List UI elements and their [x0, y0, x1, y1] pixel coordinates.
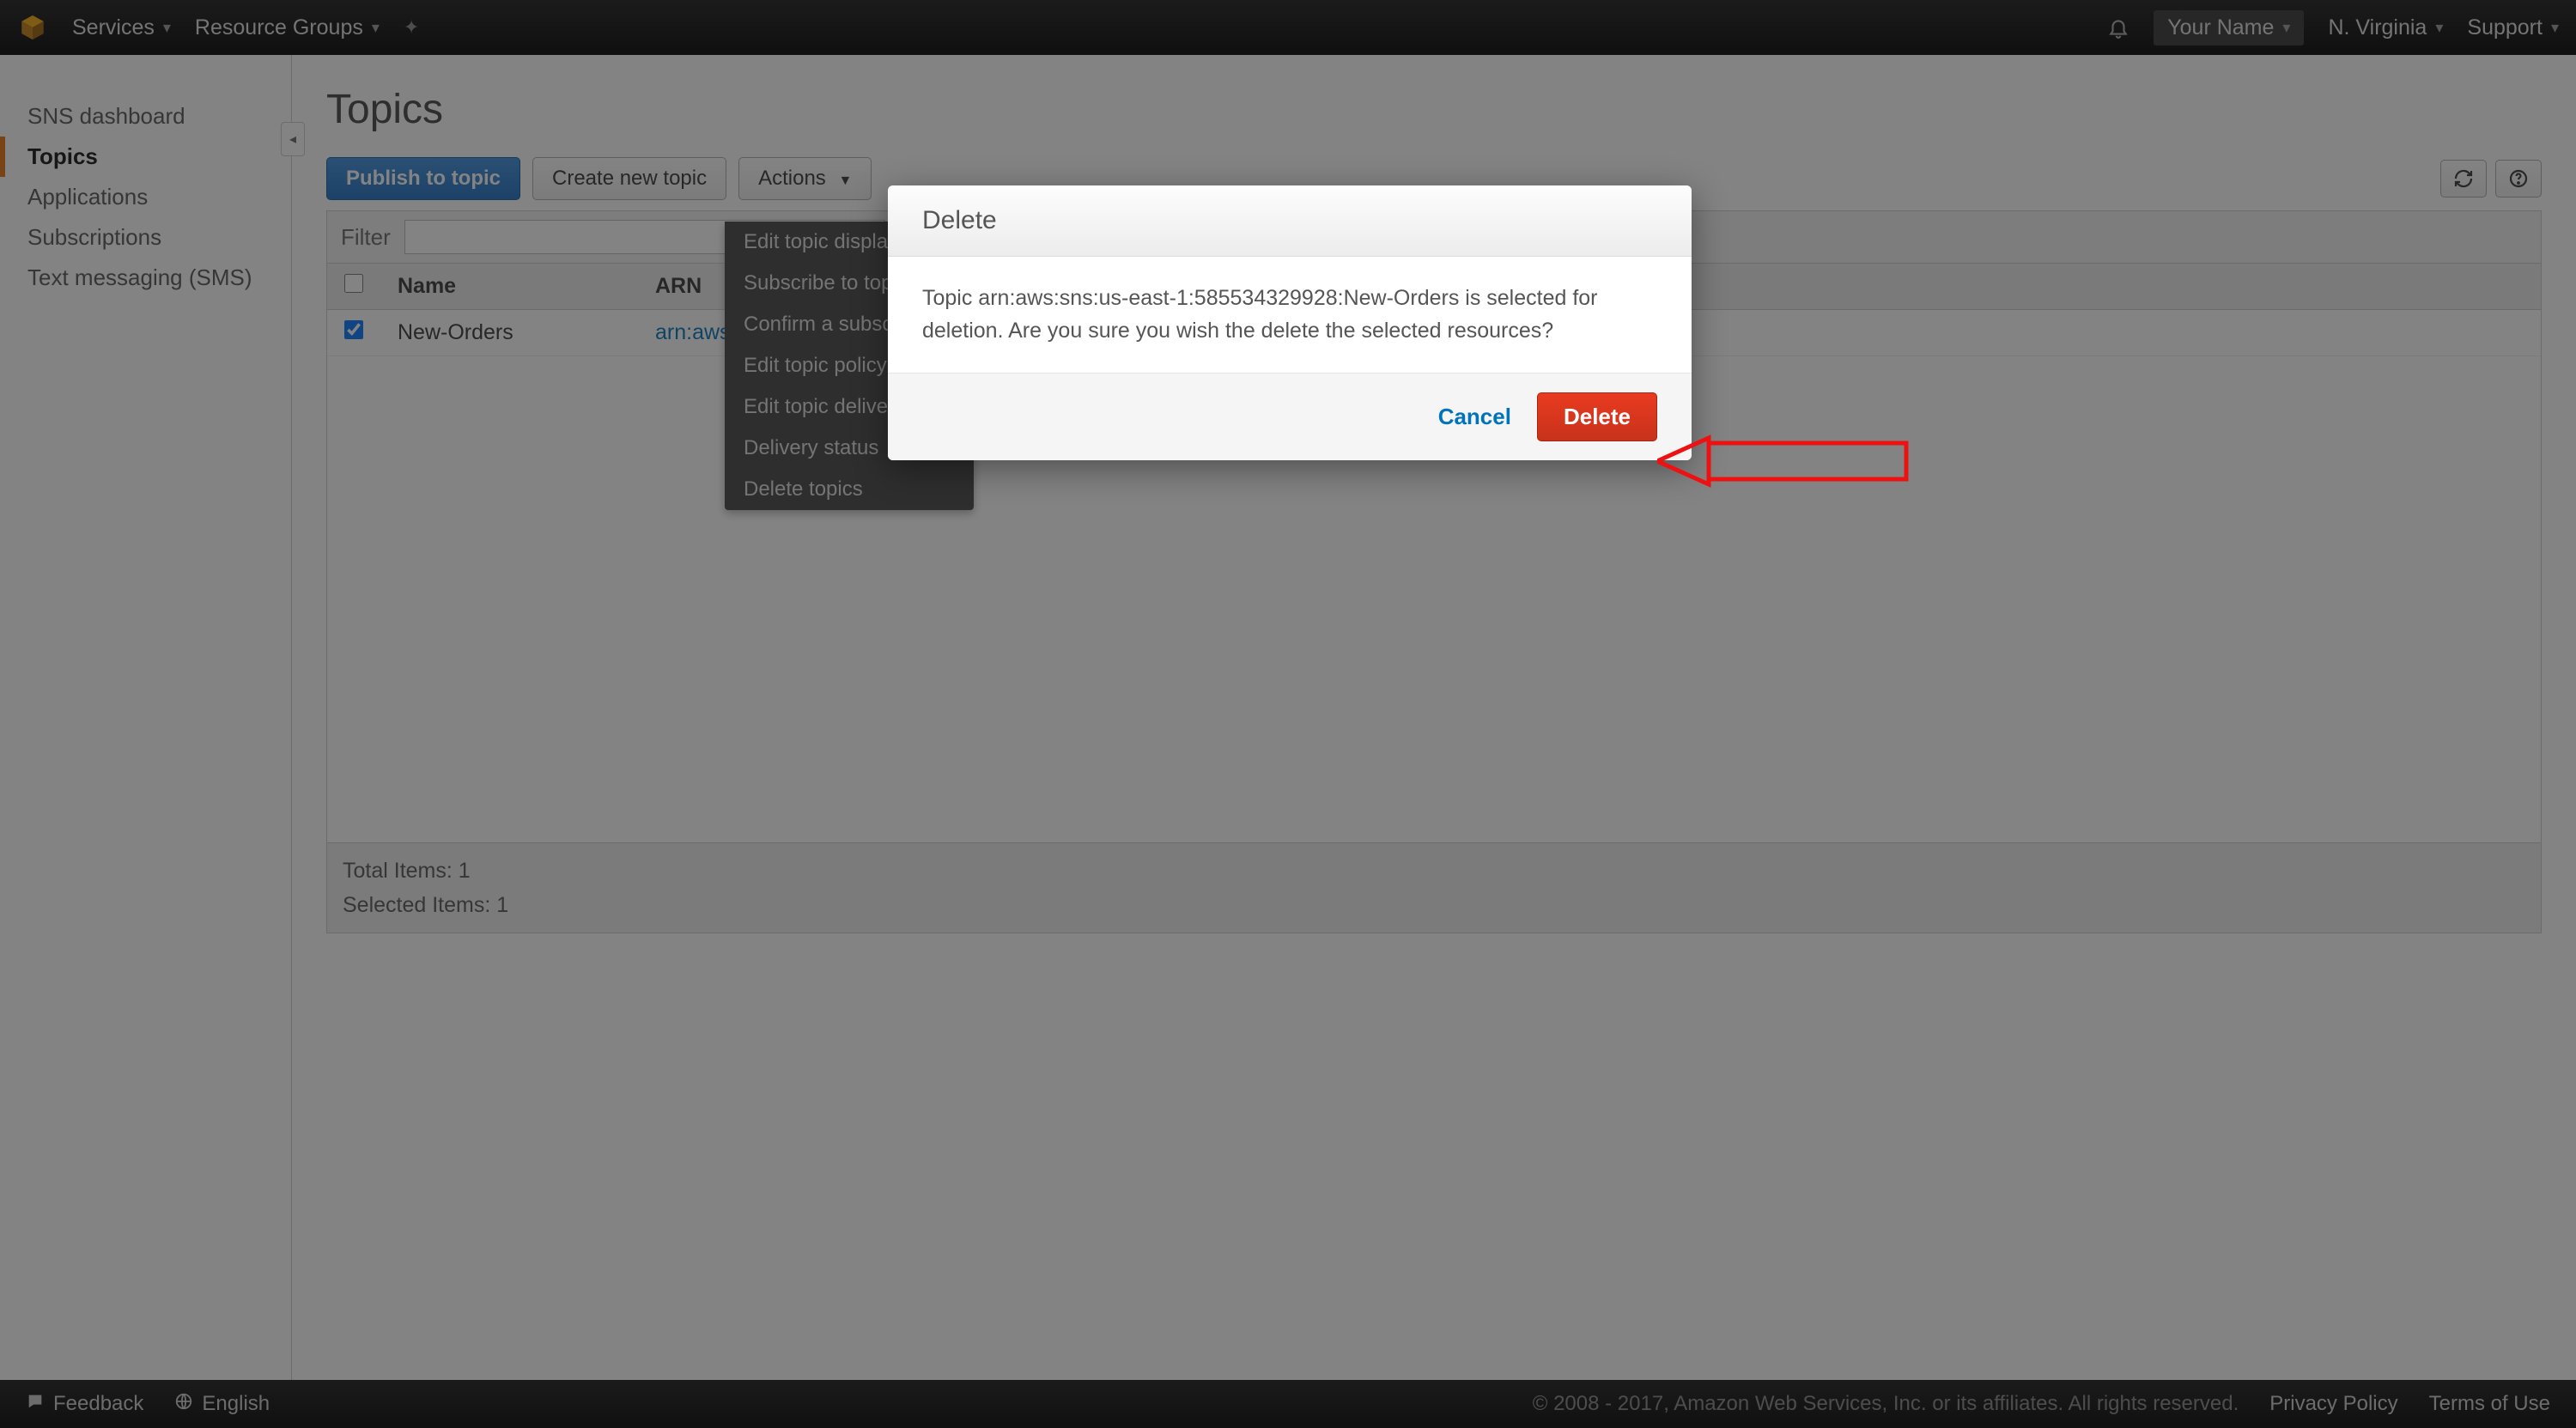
- cancel-button[interactable]: Cancel: [1438, 404, 1511, 430]
- modal-body: Topic arn:aws:sns:us-east-1:585534329928…: [888, 257, 1692, 373]
- annotation-arrow: [1657, 431, 1915, 491]
- delete-confirm-button[interactable]: Delete: [1537, 392, 1657, 441]
- delete-modal: Delete Topic arn:aws:sns:us-east-1:58553…: [888, 185, 1692, 460]
- modal-title: Delete: [888, 185, 1692, 257]
- modal-footer: Cancel Delete: [888, 373, 1692, 460]
